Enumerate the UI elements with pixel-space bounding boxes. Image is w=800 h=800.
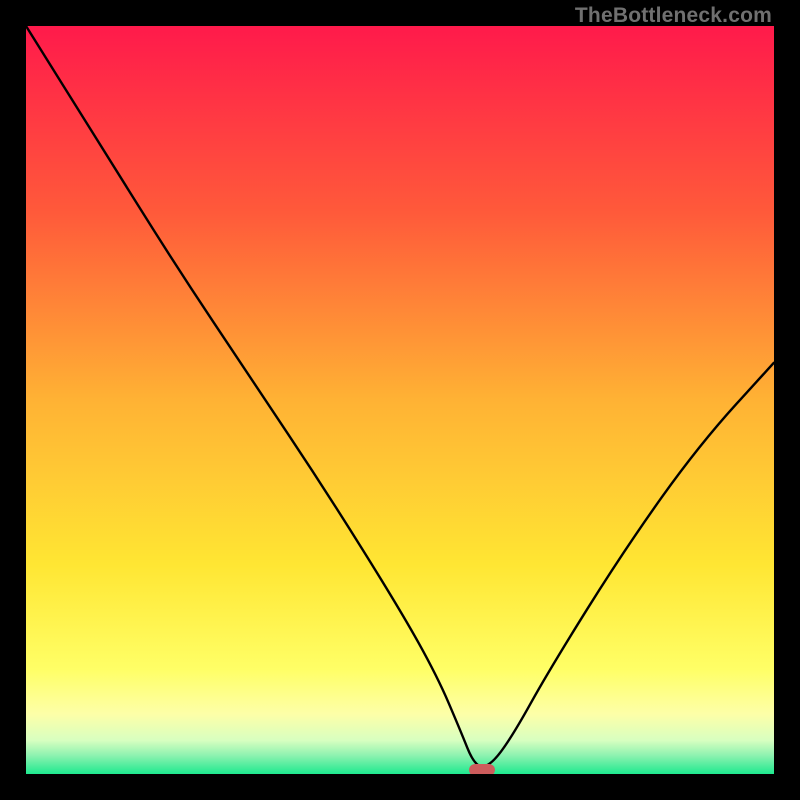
optimal-point-marker bbox=[469, 764, 495, 774]
chart-frame: TheBottleneck.com bbox=[0, 0, 800, 800]
plot-area bbox=[26, 26, 774, 774]
bottleneck-curve bbox=[26, 26, 774, 774]
watermark-text: TheBottleneck.com bbox=[575, 4, 772, 28]
